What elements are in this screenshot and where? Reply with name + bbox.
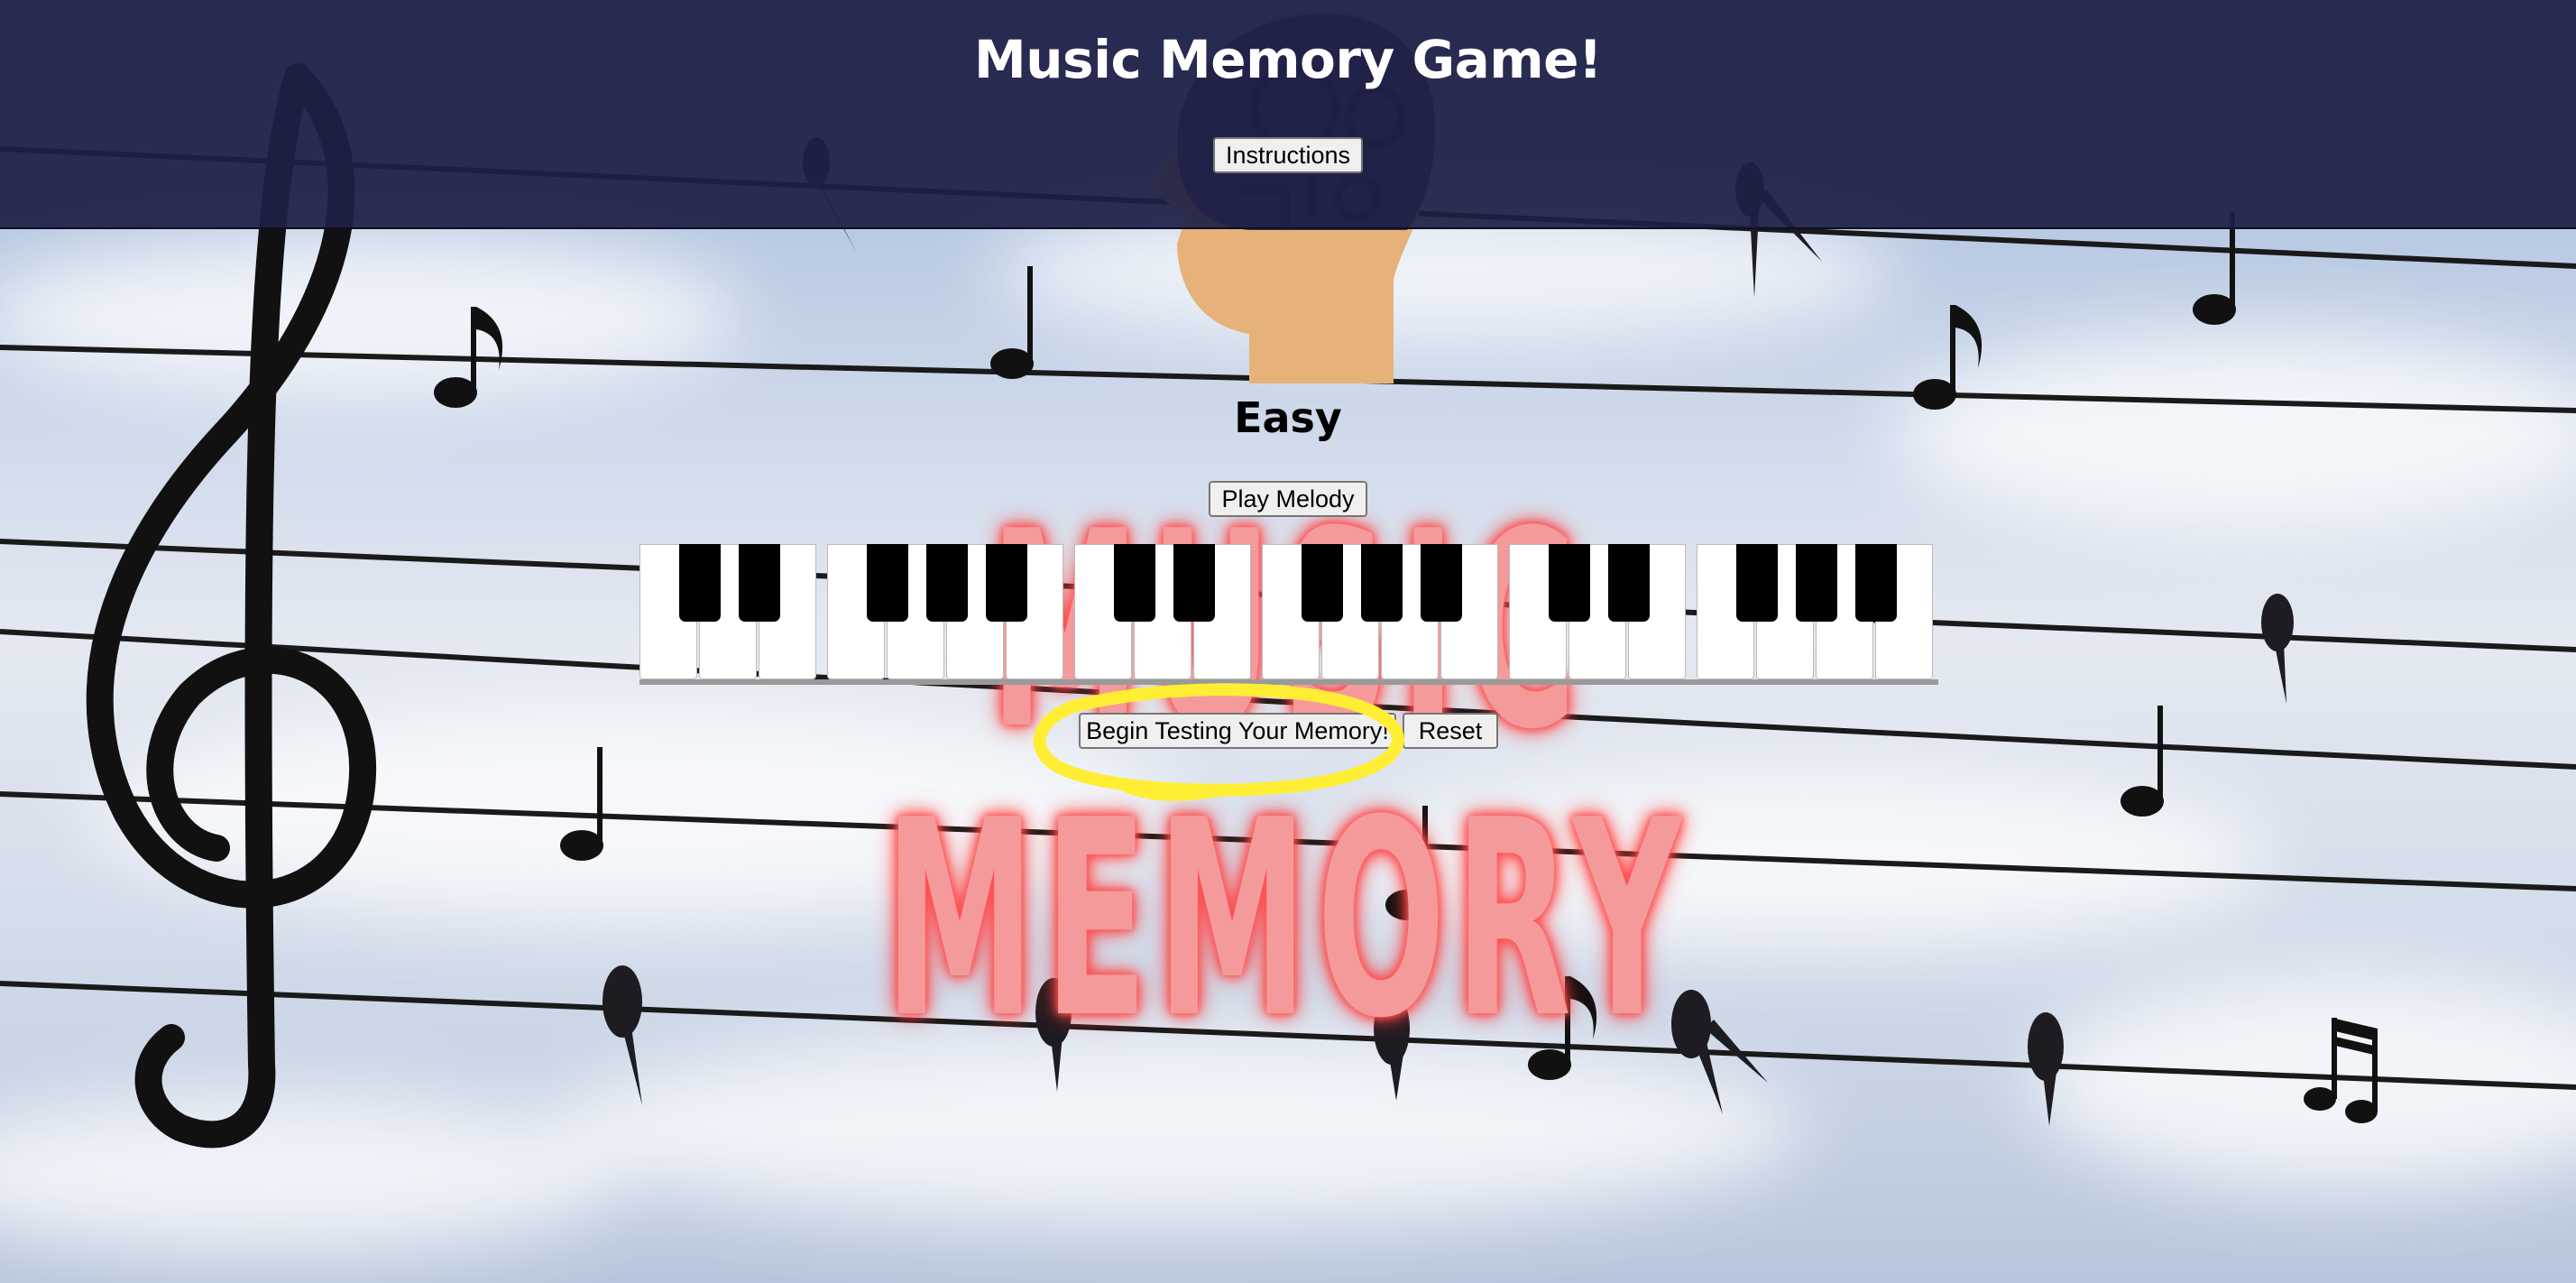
bird-icon	[2261, 594, 2294, 704]
piano-black-key-10[interactable]	[1421, 544, 1462, 622]
instructions-button[interactable]: Instructions	[1213, 137, 1363, 173]
piano-black-key-14[interactable]	[1796, 544, 1837, 622]
piano-black-key-12[interactable]	[1608, 544, 1650, 622]
treble-clef-icon	[86, 63, 376, 1149]
piano-black-key-4[interactable]	[926, 544, 968, 622]
piano-keyboard	[639, 544, 1938, 685]
difficulty-label: Easy	[1234, 393, 1342, 442]
piano-black-key-15[interactable]	[1855, 544, 1897, 622]
piano-black-key-8[interactable]	[1302, 544, 1343, 622]
piano-black-key-5[interactable]	[986, 544, 1027, 622]
piano-black-key-6[interactable]	[1114, 544, 1155, 622]
piano-black-key-13[interactable]	[1736, 544, 1778, 622]
begin-testing-button[interactable]: Begin Testing Your Memory!	[1079, 713, 1396, 749]
piano-black-key-9[interactable]	[1361, 544, 1403, 622]
music-note-icon	[990, 266, 1034, 379]
reset-button[interactable]: Reset	[1403, 713, 1498, 749]
piano-black-key-2[interactable]	[739, 544, 780, 622]
music-note-icon	[2304, 1018, 2378, 1123]
music-note-icon	[2121, 706, 2164, 817]
piano-base	[639, 679, 1938, 685]
bird-icon	[2028, 1012, 2064, 1126]
piano-black-key-7[interactable]	[1173, 544, 1215, 622]
piano-black-key-11[interactable]	[1549, 544, 1590, 622]
piano-black-key-1[interactable]	[679, 544, 721, 622]
piano-black-key-3[interactable]	[867, 544, 908, 622]
page-title: Music Memory Game!	[974, 29, 1602, 90]
play-melody-button[interactable]: Play Melody	[1209, 481, 1367, 517]
bird-icon	[603, 965, 642, 1105]
